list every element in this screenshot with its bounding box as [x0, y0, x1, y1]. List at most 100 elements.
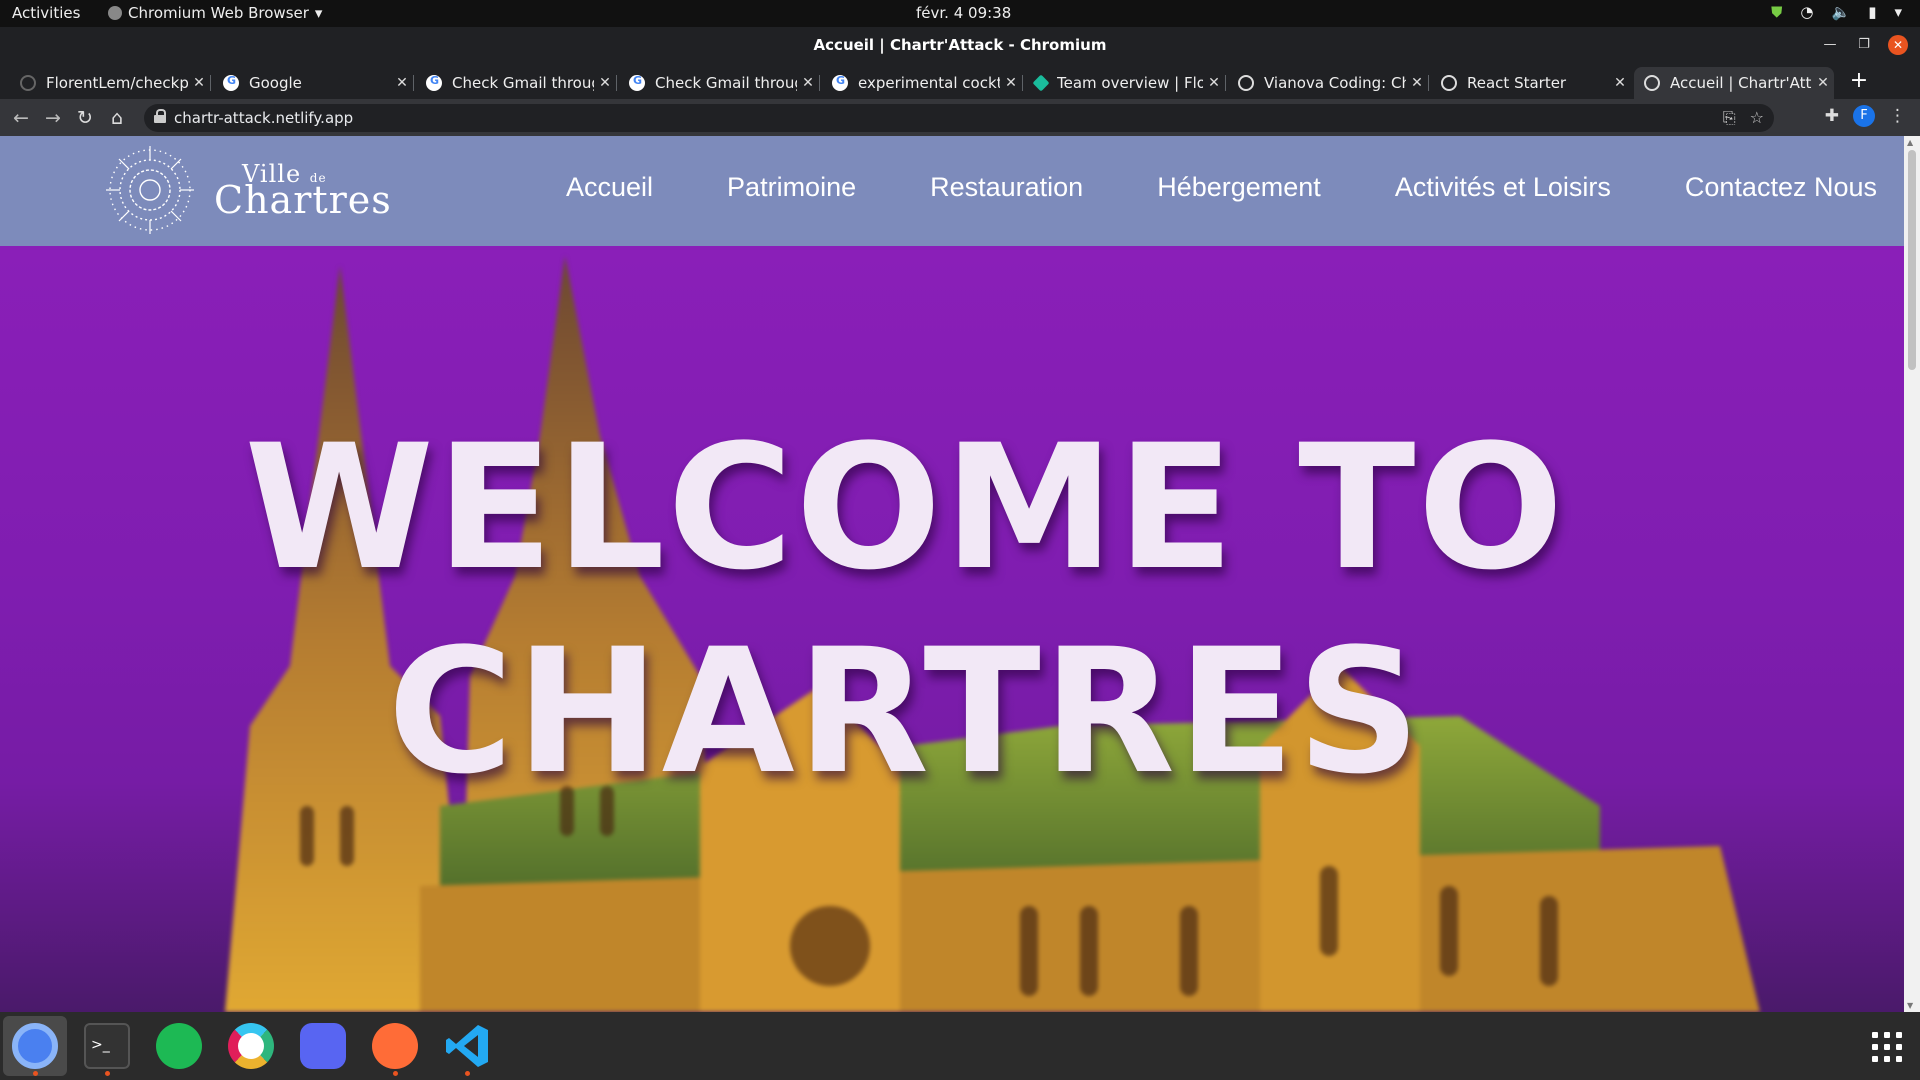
globe-icon	[1644, 75, 1660, 91]
tab-title: Check Gmail through	[655, 74, 797, 92]
close-tab-icon[interactable]: ✕	[1812, 75, 1834, 91]
shield-icon: ⛊	[1771, 3, 1783, 21]
dock-spotify[interactable]	[147, 1016, 211, 1076]
close-tab-icon[interactable]: ✕	[594, 75, 616, 91]
close-tab-icon[interactable]: ✕	[391, 75, 413, 91]
tab-gmail-2[interactable]: Check Gmail through ✕	[619, 67, 820, 99]
kebab-menu-icon[interactable]: ⋮	[1889, 106, 1906, 126]
tab-title: experimental cocktail	[858, 74, 1000, 92]
reload-icon[interactable]: ↻	[72, 105, 98, 131]
wifi-icon: ◔	[1800, 3, 1814, 21]
system-top-bar: Activities Chromium Web Browser ▾ févr. …	[0, 0, 1920, 27]
dock-chromium[interactable]	[3, 1016, 67, 1076]
terminal-icon: >_	[84, 1023, 130, 1069]
tab-google[interactable]: Google ✕	[213, 67, 414, 99]
menu-item-contactez-nous[interactable]: Contactez Nous	[1685, 172, 1877, 203]
scroll-down-arrow-icon[interactable]: ▼	[1907, 1001, 1913, 1010]
site-navbar: Ville de Chartres Accueil Patrimoine Res…	[0, 136, 1904, 246]
bookmark-star-icon[interactable]: ☆	[1750, 108, 1764, 128]
window-titlebar: Accueil | Chartr'Attack - Chromium — ❐ ✕	[0, 27, 1920, 63]
activities-button[interactable]: Activities	[12, 4, 80, 22]
chromium-small-icon	[108, 6, 122, 20]
translate-icon[interactable]: ⎘	[1723, 108, 1736, 128]
dock-discord[interactable]	[291, 1016, 355, 1076]
back-arrow-icon[interactable]: ←	[8, 105, 34, 131]
menu-item-activites-loisirs[interactable]: Activités et Loisirs	[1395, 172, 1611, 203]
dock-terminal[interactable]: >_	[75, 1016, 139, 1076]
forward-arrow-icon[interactable]: →	[40, 105, 66, 131]
chevron-down-icon: ▾	[1894, 3, 1902, 21]
tab-title: React Starter	[1467, 74, 1567, 92]
address-bar[interactable]: chartr-attack.netlify.app ⎘ ☆	[144, 104, 1774, 132]
app-menu-label: Chromium Web Browser	[128, 4, 309, 22]
close-tab-icon[interactable]: ✕	[797, 75, 819, 91]
show-applications-grid-icon[interactable]	[1872, 1032, 1902, 1062]
browser-toolbar: ← → ↻ ⌂ chartr-attack.netlify.app ⎘ ☆ ✚ …	[0, 99, 1920, 136]
main-menu: Accueil Patrimoine Restauration Hébergem…	[566, 172, 1877, 203]
tab-github[interactable]: FlorentLem/checkpoint ✕	[10, 67, 211, 99]
app-menu[interactable]: Chromium Web Browser ▾	[108, 4, 322, 22]
battery-icon: ▮	[1868, 3, 1877, 21]
profile-avatar[interactable]: F	[1853, 105, 1875, 127]
tab-title: Check Gmail through	[452, 74, 594, 92]
window-controls: — ❐ ✕	[1806, 27, 1908, 63]
tab-title: Team overview | Flor	[1057, 74, 1203, 92]
lock-icon[interactable]	[154, 109, 166, 123]
tab-accueil-active[interactable]: Accueil | Chartr'Attack ✕	[1634, 67, 1834, 99]
close-tab-icon[interactable]: ✕	[1609, 75, 1631, 91]
globe-icon	[1238, 75, 1254, 91]
globe-icon	[1441, 75, 1457, 91]
tab-cocktail[interactable]: experimental cocktail ✕	[822, 67, 1023, 99]
tab-title: FlorentLem/checkpoint	[46, 74, 188, 92]
close-tab-icon[interactable]: ✕	[1406, 75, 1428, 91]
tab-strip: FlorentLem/checkpoint ✕ Google ✕ Check G…	[0, 63, 1920, 99]
google-icon	[426, 74, 442, 91]
extensions-puzzle-icon[interactable]: ✚	[1825, 106, 1839, 126]
google-icon	[832, 74, 848, 91]
hero-line-1: WELCOME TO	[244, 407, 1566, 608]
hero-line-2: CHARTRES	[387, 611, 1423, 812]
menu-item-patrimoine[interactable]: Patrimoine	[727, 172, 856, 203]
menu-item-hebergement[interactable]: Hébergement	[1157, 172, 1321, 203]
new-tab-button[interactable]: +	[1845, 67, 1873, 95]
tab-title: Accueil | Chartr'Attack	[1670, 74, 1812, 92]
page-scrollbar[interactable]: ▲ ▼	[1904, 136, 1920, 1012]
dock-vscode[interactable]	[435, 1016, 499, 1076]
dock-slack[interactable]	[219, 1016, 283, 1076]
spotify-icon	[156, 1023, 202, 1069]
caret-down-icon: ▾	[314, 4, 323, 22]
web-page: Ville de Chartres Accueil Patrimoine Res…	[0, 136, 1904, 1012]
hero-banner: WELCOME TO CHARTRES	[0, 246, 1904, 1012]
close-tab-icon[interactable]: ✕	[1203, 75, 1225, 91]
volume-icon: 🔈	[1831, 3, 1851, 21]
close-window-icon[interactable]: ✕	[1888, 35, 1908, 55]
system-tray[interactable]: ⛊ ◔ 🔈 ▮ ▾	[1771, 3, 1902, 21]
menu-item-accueil[interactable]: Accueil	[566, 172, 653, 203]
clock[interactable]: févr. 4 09:38	[916, 4, 1011, 22]
google-icon	[629, 74, 645, 91]
scroll-up-arrow-icon[interactable]: ▲	[1907, 138, 1913, 147]
dock-postman[interactable]	[363, 1016, 427, 1076]
close-tab-icon[interactable]: ✕	[188, 75, 210, 91]
tab-react-starter[interactable]: React Starter ✕	[1431, 67, 1631, 99]
tab-team-overview[interactable]: Team overview | Flor ✕	[1025, 67, 1226, 99]
postman-icon	[372, 1023, 418, 1069]
slack-icon	[228, 1023, 274, 1069]
address-url[interactable]: chartr-attack.netlify.app	[174, 109, 353, 127]
minimize-icon[interactable]: —	[1820, 27, 1840, 63]
window-title: Accueil | Chartr'Attack - Chromium	[813, 36, 1107, 54]
tab-title: Google	[249, 74, 302, 92]
github-icon	[20, 75, 36, 91]
scrollbar-thumb[interactable]	[1908, 150, 1916, 370]
menu-item-restauration[interactable]: Restauration	[930, 172, 1083, 203]
ubuntu-dock: >_	[0, 1012, 1920, 1080]
maximize-icon[interactable]: ❐	[1854, 27, 1874, 63]
tab-vianova[interactable]: Vianova Coding: Cha ✕	[1228, 67, 1429, 99]
discord-icon	[300, 1023, 346, 1069]
close-tab-icon[interactable]: ✕	[1000, 75, 1022, 91]
rosette-logo-icon	[106, 146, 194, 234]
home-icon[interactable]: ⌂	[104, 105, 130, 131]
chromium-icon	[12, 1023, 58, 1069]
tab-gmail-1[interactable]: Check Gmail through ✕	[416, 67, 617, 99]
ville-de-chartres-logo[interactable]: Ville de Chartres	[100, 142, 420, 238]
